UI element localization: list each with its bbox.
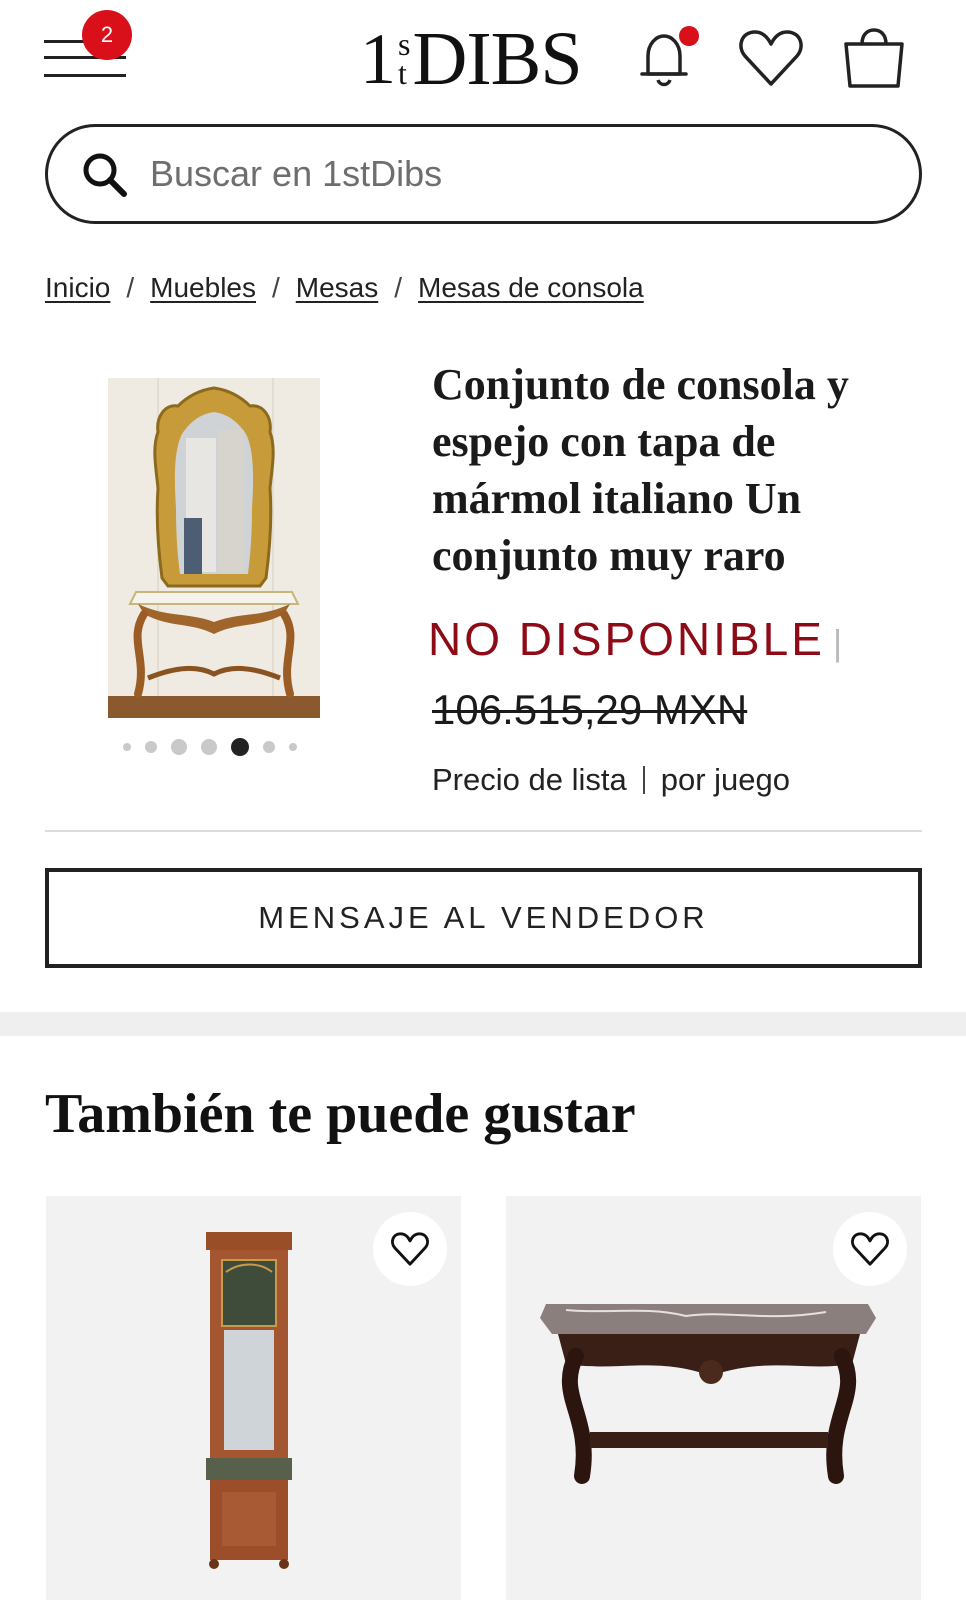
logo-word: DIBS bbox=[412, 17, 582, 101]
divider bbox=[45, 830, 922, 832]
breadcrumb-item-mesas[interactable]: Mesas bbox=[296, 272, 378, 304]
notifications-button[interactable] bbox=[630, 22, 702, 94]
console-mirror-image bbox=[108, 378, 320, 718]
status-text: NO DISPONIBLE bbox=[428, 613, 825, 665]
cart-button[interactable] bbox=[838, 22, 910, 94]
logo[interactable]: 1 s t DIBS bbox=[360, 14, 590, 104]
availability-status: NO DISPONIBLE | bbox=[428, 612, 842, 666]
breadcrumb-separator: / bbox=[394, 272, 403, 303]
price-meta: Precio de lista por juego bbox=[432, 762, 790, 798]
carousel-indicator bbox=[123, 738, 311, 756]
product-price: 106.515,29 MXN bbox=[432, 686, 748, 733]
menu-badge: 2 bbox=[82, 10, 132, 60]
carousel-dot[interactable] bbox=[145, 741, 157, 753]
carousel-dot[interactable] bbox=[123, 743, 131, 751]
recommendation-card[interactable] bbox=[46, 1196, 461, 1600]
price-meta-divider bbox=[642, 766, 645, 794]
logo-t: t bbox=[398, 55, 407, 91]
product-title: Conjunto de consola y espejo con tapa de… bbox=[432, 360, 849, 580]
product-image[interactable] bbox=[108, 378, 320, 718]
top-bar: 2 1 s t DIBS bbox=[0, 0, 966, 120]
logo-st: s t bbox=[398, 28, 410, 91]
breadcrumb-item-mesas-de-consola[interactable]: Mesas de consola bbox=[418, 272, 644, 304]
carousel-dot-active[interactable] bbox=[231, 738, 249, 756]
heart-icon bbox=[391, 1232, 429, 1266]
notification-dot bbox=[679, 26, 699, 46]
price-unit: por juego bbox=[660, 762, 790, 797]
carousel-dot[interactable] bbox=[263, 741, 275, 753]
logo-one: 1 bbox=[360, 19, 396, 99]
carousel-dot[interactable] bbox=[289, 743, 297, 751]
search-bar[interactable] bbox=[45, 124, 922, 224]
carousel-dot[interactable] bbox=[201, 739, 217, 755]
bell-icon bbox=[640, 26, 699, 87]
breadcrumb-item-muebles[interactable]: Muebles bbox=[150, 272, 256, 304]
breadcrumb-item-inicio[interactable]: Inicio bbox=[45, 272, 110, 304]
search-icon bbox=[83, 153, 127, 197]
breadcrumb-separator: / bbox=[126, 272, 135, 303]
favorites-button[interactable] bbox=[735, 22, 807, 94]
breadcrumb-separator: / bbox=[272, 272, 280, 303]
favorite-button[interactable] bbox=[373, 1212, 447, 1286]
carousel-dot[interactable] bbox=[171, 739, 187, 755]
price-label: Precio de lista bbox=[432, 762, 627, 797]
breadcrumb: Inicio / Muebles / Mesas / Mesas de cons… bbox=[45, 272, 644, 304]
favorite-button[interactable] bbox=[833, 1212, 907, 1286]
bag-icon bbox=[844, 28, 904, 88]
section-divider-band bbox=[0, 1012, 966, 1036]
recommendation-card[interactable] bbox=[506, 1196, 921, 1600]
search-input[interactable] bbox=[150, 153, 830, 195]
heart-icon bbox=[851, 1232, 889, 1266]
menu-icon-bar bbox=[44, 74, 126, 77]
status-divider: | bbox=[832, 622, 843, 663]
heart-icon bbox=[739, 30, 803, 86]
message-seller-button[interactable]: MENSAJE AL VENDEDOR bbox=[45, 868, 922, 968]
recommendations-title: También te puede gustar bbox=[45, 1083, 636, 1145]
menu-button[interactable]: 2 bbox=[44, 10, 132, 86]
